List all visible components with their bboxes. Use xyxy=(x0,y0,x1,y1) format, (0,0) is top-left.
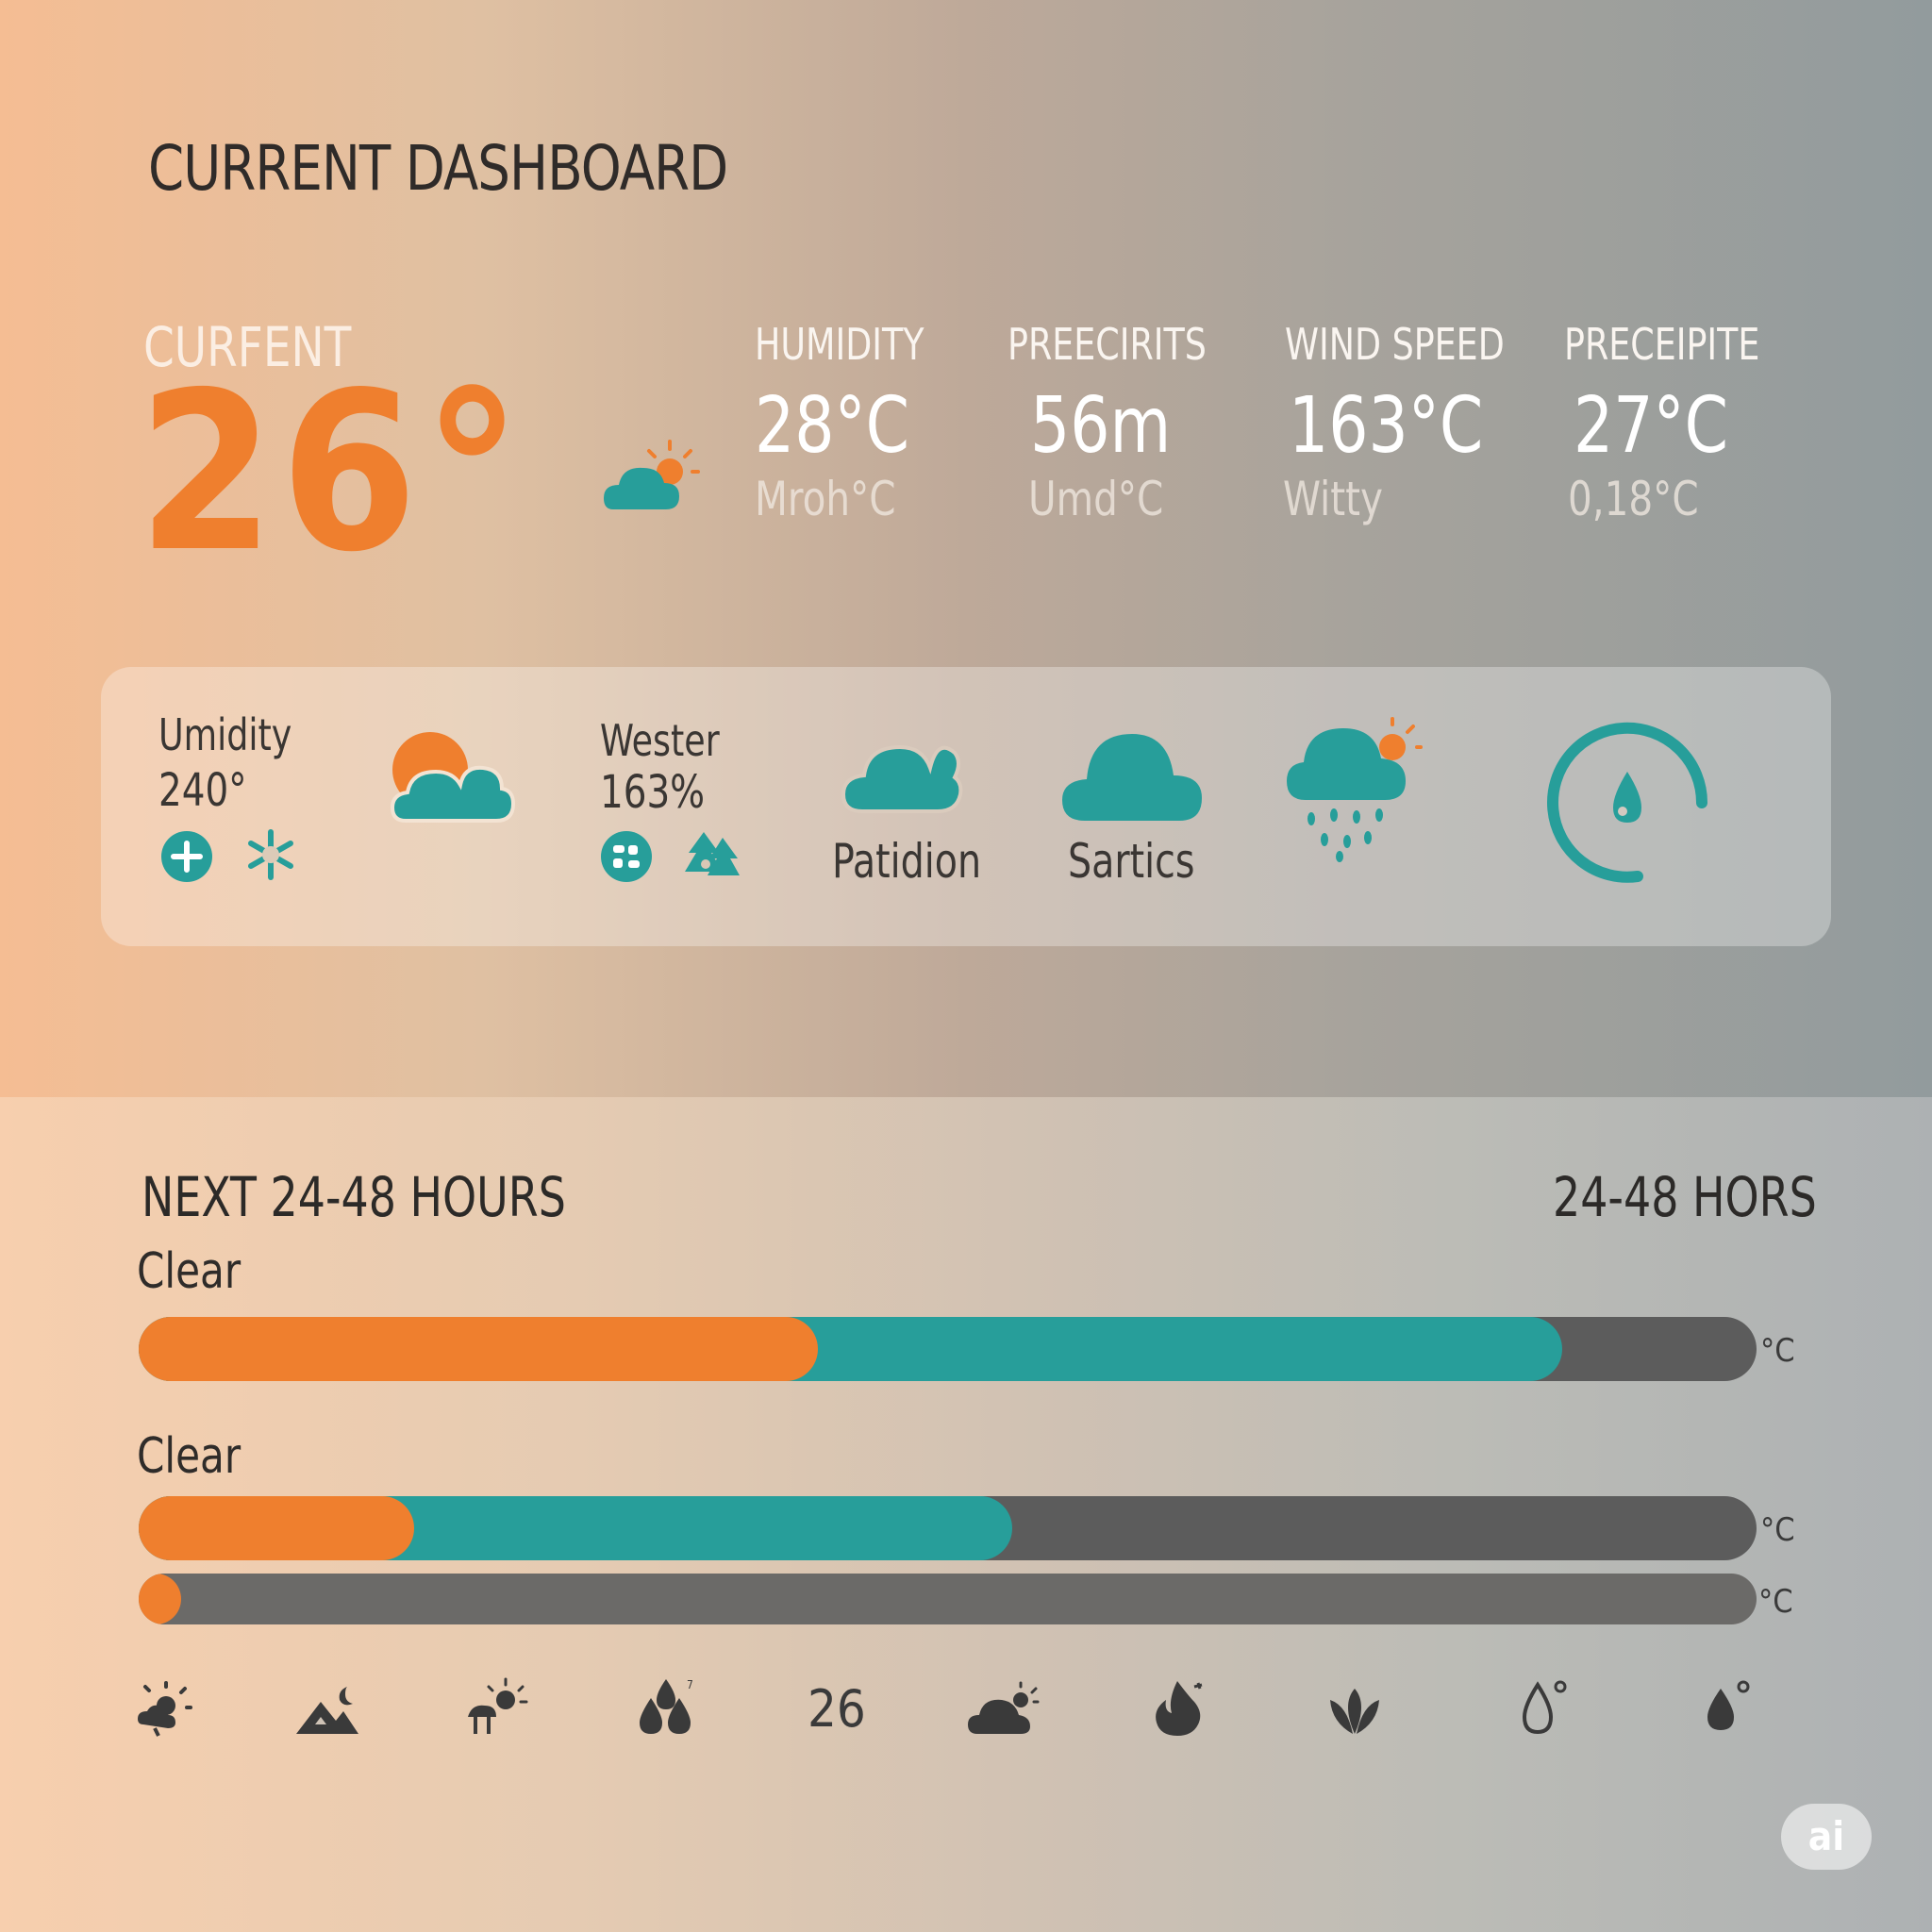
plus-icon[interactable] xyxy=(160,830,213,883)
panel-wester-value: 163% xyxy=(600,766,706,819)
forecast-bar-1-orange xyxy=(139,1317,819,1381)
watermark-badge: ai xyxy=(1781,1804,1872,1870)
forecast-row-3-unit: °C xyxy=(1758,1583,1793,1621)
sun-tree-icon[interactable] xyxy=(468,1677,528,1736)
metric-wind-label: WIND SPEED xyxy=(1285,319,1505,370)
page-title: CURRENT DASHBOARD xyxy=(148,132,728,205)
metric-precipite-label: PRECEIPITE xyxy=(1564,319,1760,370)
cloud-sun-icon[interactable] xyxy=(968,1681,1040,1736)
metric-wind-sub: Witty xyxy=(1283,472,1383,526)
drop-filled-icon[interactable] xyxy=(1702,1679,1751,1736)
forecast-bar-3-orange xyxy=(139,1574,181,1624)
cloud-icon xyxy=(841,744,963,813)
metric-precip-label: PREECIRITS xyxy=(1008,319,1207,370)
metric-precip-sub: Umd°C xyxy=(1028,472,1164,526)
sun-cloud-icon xyxy=(390,732,516,823)
sun-cloud-small-icon[interactable] xyxy=(138,1681,192,1737)
leaf-icon[interactable] xyxy=(1326,1681,1383,1736)
metric-humidity-value: 28°C xyxy=(755,381,910,471)
forecast-bar-2-orange xyxy=(139,1496,414,1560)
metric-precipite-sub: 0,18°C xyxy=(1568,472,1699,526)
cloud-icon xyxy=(1062,734,1202,821)
water-drop-gauge-icon[interactable] xyxy=(1543,719,1711,887)
forest-icon xyxy=(685,832,740,875)
svg-text:7: 7 xyxy=(687,1678,693,1691)
drop-outline-icon[interactable] xyxy=(1519,1679,1568,1736)
forecast-title: NEXT 24-48 HOURS xyxy=(142,1165,566,1229)
metric-wind-value: 163°C xyxy=(1289,381,1484,471)
current-temperature: 26° xyxy=(138,345,527,600)
flame-icon[interactable] xyxy=(1151,1679,1206,1736)
snowflake-icon xyxy=(248,829,293,880)
panel-umidity-value: 240° xyxy=(158,764,247,817)
forecast-bar-3 xyxy=(139,1574,1757,1624)
rain-sun-icon xyxy=(1287,717,1423,862)
fan-icon[interactable] xyxy=(600,830,653,883)
forecast-row-1-unit: °C xyxy=(1760,1332,1795,1370)
forecast-row-2-label: Clear xyxy=(137,1428,242,1485)
forecast-bar-2 xyxy=(139,1496,1757,1560)
metric-precip-value: 56m xyxy=(1030,381,1172,471)
metric-precipite-value: 27°C xyxy=(1574,381,1729,471)
forecast-inline-value: 26 xyxy=(808,1679,866,1739)
panel-patidion-label: Patidion xyxy=(832,834,982,889)
forecast-row-1-label: Clear xyxy=(137,1243,242,1300)
panel-wester-label: Wester xyxy=(600,715,720,766)
panel-sartics-label: Sartics xyxy=(1068,834,1195,889)
forecast-bar-1 xyxy=(139,1317,1757,1381)
metric-humidity-sub: Mroh°C xyxy=(755,472,896,526)
panel-umidity-label: Umidity xyxy=(158,709,292,760)
forecast-range-label: 24-48 HORS xyxy=(1553,1165,1817,1229)
metric-humidity-label: HUMIDITY xyxy=(755,319,924,370)
mountain-moon-icon[interactable] xyxy=(296,1683,362,1736)
cloud-sun-icon xyxy=(604,440,700,509)
cloud-droplets-icon[interactable]: 7 xyxy=(638,1677,696,1736)
forecast-row-2-unit: °C xyxy=(1760,1511,1795,1549)
